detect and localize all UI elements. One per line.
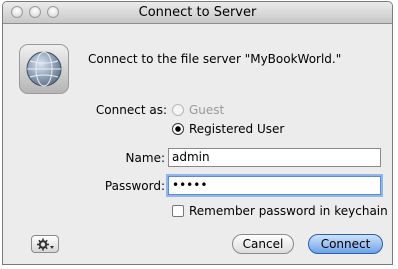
dialog-body: Connect to the file server "MyBookWorld.… <box>3 24 392 264</box>
connect-as-label: Connect as: <box>95 103 167 117</box>
cancel-button[interactable]: Cancel <box>232 234 294 254</box>
remember-password-row[interactable]: Remember password in keychain <box>172 204 388 218</box>
connect-to-server-window: Connect to Server Connect to the file se… <box>2 1 393 265</box>
gear-icon <box>37 238 54 251</box>
radio-guest-label: Guest <box>189 103 225 117</box>
remember-password-label: Remember password in keychain <box>189 204 388 218</box>
radio-guest[interactable]: Guest <box>172 103 224 117</box>
window-title: Connect to Server <box>138 5 257 20</box>
globe-icon <box>19 44 69 94</box>
radio-guest-indicator[interactable] <box>172 104 184 116</box>
remember-password-checkbox[interactable] <box>172 205 184 217</box>
radio-registered-user-label: Registered User <box>189 122 285 136</box>
password-label: Password: <box>104 179 165 193</box>
radio-registered-user[interactable]: Registered User <box>172 122 284 136</box>
name-field[interactable]: admin <box>168 148 381 167</box>
action-menu-button[interactable] <box>31 235 59 253</box>
radio-registered-user-indicator[interactable] <box>172 123 184 135</box>
connect-message: Connect to the file server "MyBookWorld.… <box>88 52 342 66</box>
title-bar: Connect to Server <box>3 2 392 24</box>
password-field[interactable]: ••••• <box>168 176 381 195</box>
connect-button[interactable]: Connect <box>308 234 383 254</box>
name-label: Name: <box>125 151 165 165</box>
